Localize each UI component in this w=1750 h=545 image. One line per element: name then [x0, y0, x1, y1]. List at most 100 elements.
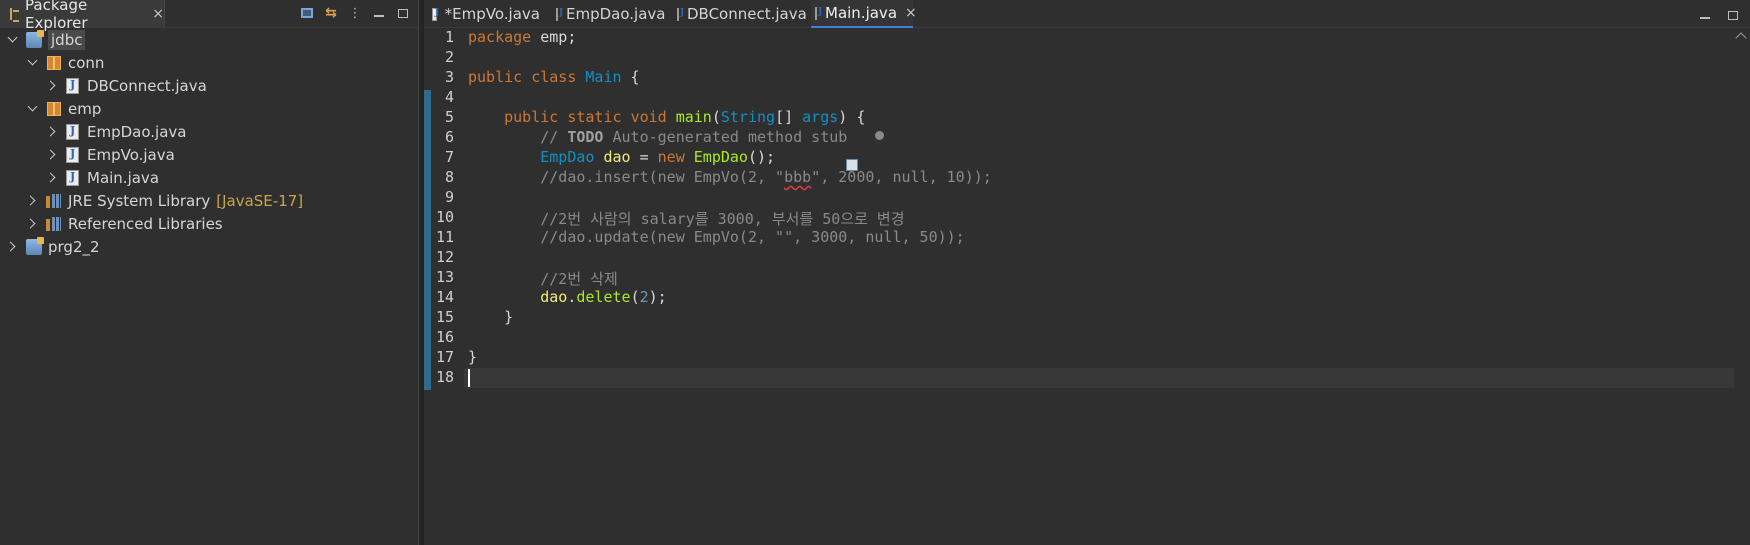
project-icon — [26, 29, 44, 48]
tree-item[interactable]: DBConnect.java — [0, 74, 418, 97]
line-number: 18 — [435, 368, 454, 386]
chevron-right-icon[interactable] — [26, 218, 38, 230]
maximize-view-button[interactable] — [394, 4, 412, 22]
editor-tab[interactable]: *EmpVo.java — [428, 0, 540, 28]
comment: ", 2000, null, 10)); — [811, 168, 992, 186]
tab-package-explorer[interactable]: Package Explorer × — [0, 0, 165, 32]
keyword: public — [504, 108, 559, 126]
class-name: EmpDao — [540, 148, 595, 166]
scroll-up-icon[interactable] — [1735, 32, 1747, 44]
editor-tab-label: DBConnect.java — [687, 5, 807, 23]
code-text-span: = — [630, 148, 658, 166]
editor-tab[interactable]: EmpDao.java — [552, 0, 665, 28]
package-explorer-icon — [8, 7, 20, 22]
tree-item[interactable]: emp — [0, 97, 418, 120]
number-literal: 2 — [639, 288, 649, 306]
tree-item-label: EmpDao.java — [87, 122, 187, 141]
parameter-name: args — [802, 108, 839, 126]
keyword: class — [531, 68, 577, 86]
minimize-view-button[interactable] — [370, 4, 388, 22]
tree-item[interactable]: Main.java — [0, 166, 418, 189]
code-text-span: (); — [747, 148, 776, 166]
view-menu-button[interactable]: ⋮ — [346, 4, 364, 22]
tree-item[interactable]: prg2_2 — [0, 235, 418, 258]
minimize-icon — [374, 15, 384, 17]
java-file-icon — [66, 77, 79, 94]
chevron-right-icon[interactable] — [26, 195, 38, 207]
code-text-span: [] — [775, 108, 803, 126]
spelling-error[interactable]: bbb — [784, 168, 811, 186]
tree-item-label: conn — [68, 53, 105, 72]
chevron-right-icon[interactable] — [46, 172, 58, 184]
code-line-14: dao.delete(2); — [468, 288, 667, 306]
tree-item[interactable]: jdbc — [0, 28, 418, 51]
line-number: 16 — [435, 328, 454, 346]
minimize-editor-button[interactable] — [1696, 6, 1714, 24]
explorer-tab-bar: Package Explorer × ⇆ ⋮ — [0, 0, 418, 32]
chevron-right-icon[interactable] — [6, 241, 18, 253]
editor-tab-label: *EmpVo.java — [444, 5, 540, 23]
collapse-all-button[interactable] — [298, 4, 316, 22]
tree-item-label: JRE System Library — [68, 191, 211, 210]
chevron-down-icon[interactable] — [26, 57, 38, 69]
link-with-editor-button[interactable]: ⇆ — [322, 4, 340, 22]
vertical-scrollbar[interactable] — [1734, 28, 1750, 545]
line-number: 13 — [435, 268, 454, 286]
tree-item-label: Main.java — [87, 168, 160, 187]
code-text-span: ); — [648, 288, 667, 306]
line-number: 9 — [444, 188, 454, 206]
code-text-span: { — [621, 68, 640, 86]
variable-name: dao — [603, 148, 631, 166]
tree-item[interactable]: EmpDao.java — [0, 120, 418, 143]
line-number: 1 — [444, 28, 454, 46]
close-icon[interactable]: × — [905, 5, 917, 21]
tree-item[interactable]: Referenced Libraries — [0, 212, 418, 235]
comment: //dao.update(new EmpVo(2, "", 3000, null… — [540, 228, 965, 246]
line-number: 3 — [444, 68, 454, 86]
tree-item[interactable]: JRE System Library [JavaSE-17] — [0, 189, 418, 212]
package-icon — [47, 101, 61, 116]
code-text-span: ( — [711, 108, 721, 126]
comment: //2번 사람의 salary를 3000, 부서를 50으로 변경 — [540, 210, 905, 228]
package-icon — [47, 55, 61, 70]
code-line-13: //2번 삭제 — [468, 268, 618, 289]
package-explorer-view: Package Explorer × ⇆ ⋮ jdbc conn DBConnect… — [0, 0, 418, 545]
maximize-editor-button[interactable] — [1724, 6, 1742, 24]
line-number: 12 — [435, 248, 454, 266]
keyword: static — [567, 108, 622, 126]
line-number: 7 — [444, 148, 454, 166]
keyword: new — [657, 148, 685, 166]
line-number-gutter: 1 2 3 4 5 6 7 8 9 10 11 12 13 14 15 16 17 18 — [424, 28, 464, 545]
java-file-icon — [66, 169, 79, 186]
editor-tab-bar: *EmpVo.javaEmpDao.javaDBConnect.javaMain… — [424, 0, 1750, 28]
tree-item[interactable]: EmpVo.java — [0, 143, 418, 166]
editor-tab[interactable]: Main.java × — [811, 0, 917, 28]
java-file-icon — [815, 6, 822, 20]
collapse-all-icon — [301, 8, 313, 18]
chevron-right-icon[interactable] — [46, 149, 58, 161]
maximize-icon — [398, 8, 408, 18]
java-file-icon — [432, 7, 439, 21]
keyword: public — [468, 68, 523, 86]
code-editor[interactable]: 1 2 3 4 5 6 7 8 9 10 11 12 13 14 15 16 17 18 package emp;… — [424, 28, 1734, 545]
tree-item-label: prg2_2 — [48, 237, 100, 256]
link-icon: ⇆ — [325, 5, 337, 21]
line-number: 11 — [435, 228, 454, 246]
line-number: 10 — [435, 208, 454, 226]
chevron-right-icon[interactable] — [46, 126, 58, 138]
quick-diff-bar — [424, 90, 431, 390]
fold-toggle-icon[interactable] — [875, 131, 884, 140]
tree-item[interactable]: conn — [0, 51, 418, 74]
chevron-right-icon[interactable] — [46, 80, 58, 92]
chevron-down-icon[interactable] — [6, 34, 18, 46]
editor-tab-label: Main.java — [825, 4, 898, 22]
line-number: 5 — [444, 108, 454, 126]
library-icon — [46, 193, 62, 208]
class-name: String — [720, 108, 776, 126]
chevron-down-icon[interactable] — [26, 103, 38, 115]
close-icon[interactable]: × — [152, 6, 164, 22]
tree-item-label: DBConnect.java — [87, 76, 207, 95]
editor-tab[interactable]: DBConnect.java — [673, 0, 807, 28]
code-text-span: emp; — [531, 28, 577, 46]
tree-item-label: emp — [68, 99, 102, 118]
